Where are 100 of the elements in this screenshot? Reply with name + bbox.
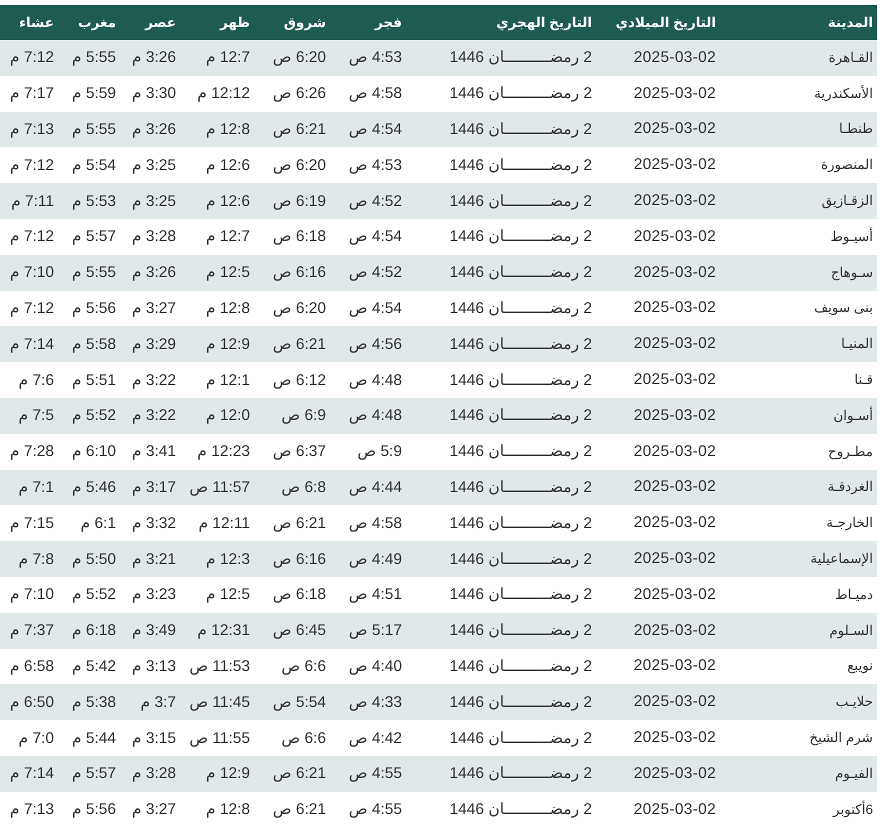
table-cell-text: 2 رمضــــــــــان 1446 [448,48,593,68]
table-cell-text: سـوهاج [830,264,874,281]
table-cell-text: 11:45 ص [188,692,251,712]
table-cell-text: قـنا [853,372,874,388]
table-cell-text: 6:50 م [8,692,55,712]
table-cell-text: 6:26 ص [272,84,327,104]
table-cell-text: 7:0 م [18,728,55,748]
table-cell-text: 12:31 م [196,621,251,640]
table-cell-text: 6:45 ص [272,621,327,640]
table-cell-text: 12:6 م [204,192,251,211]
table-cell-text: 3:27 م [130,800,177,820]
table-cell-text: نويبع [846,658,874,674]
table-cell-text: 12:1 م [204,370,251,390]
table-cell-text: 4:54 ص [348,298,403,318]
table-cell-text: 3:25 م [130,192,177,211]
table-cell-text: 3:23 م [130,585,177,604]
table-cell-text: 3:22 م [130,370,177,390]
table-cell-text: 12:3 م [204,550,251,569]
table-cell-text: 2025-03-02 [632,406,717,425]
table-cell-text: 6:6 ص [280,728,327,748]
table-cell-text: 4:53 ص [348,156,403,175]
table-cell-text: 3:22 م [130,406,177,426]
table-cell-text: 4:54 ص [348,227,403,246]
table-cell-text: 3:13 م [130,656,177,676]
table-cell-text: 2 رمضــــــــــان 1446 [448,263,593,282]
table-cell-text: 2025-03-02 [632,622,717,640]
table-cell-text: 3:41 م [130,442,177,462]
table-cell-text: 2 رمضــــــــــان 1446 [448,120,593,139]
table-cell-text: 7:1 م [18,478,55,497]
table-cell-text: 3:30 م [130,84,177,104]
table-cell-text: 4:58 ص [348,514,403,533]
table-cell-text: 4:48 ص [348,370,403,390]
table-cell-text: 2025-03-02 [632,657,717,676]
table-cell-text: 5:56 م [70,298,117,318]
table-cell-text: أسـوان [832,408,874,424]
table-cell-text: 7:6 م [18,370,55,390]
table-cell-text: 3:29 م [130,334,177,354]
table-cell-text: 2 رمضــــــــــان 1446 [448,764,593,784]
table-cell-text: 3:49 م [130,621,177,640]
table-cell-text: 2 رمضــــــــــان 1446 [448,656,593,676]
table-cell-text: 6:21 ص [272,514,327,533]
table-cell-text: 2 رمضــــــــــان 1446 [448,227,593,246]
table-cell-text: 11:53 ص [188,656,251,676]
table-cell-text: 2 رمضــــــــــان 1446 [448,800,593,820]
table-cell-text: 12:7 م [204,48,251,68]
table-cell-text: 6:37 ص [272,442,327,462]
table-cell-text: الإسماعيلية [809,551,874,568]
table-cell-text: 3:26 م [130,263,177,282]
table-cell-text: 6:21 ص [272,120,327,139]
table-cell-text: 7:28 م [8,442,55,462]
table-cell-text: 7:12 م [8,156,55,175]
table-cell-text: 2 رمضــــــــــان 1446 [448,192,593,211]
table-cell-text: 2025-03-02 [632,586,717,604]
table-cell-text: 2025-03-02 [632,120,717,138]
column-header: عصر [144,14,177,30]
table-cell-text: 2025-03-02 [632,156,717,174]
table-cell-text: 6:16 ص [272,263,327,282]
table-cell-text: 2 رمضــــــــــان 1446 [448,334,593,354]
table-cell-text: 7:12 م [8,298,55,318]
table-cell-text: بنى سويف [813,300,874,316]
table-cell-text: 2 رمضــــــــــان 1446 [448,370,593,390]
table-cell-text: 3:32 م [130,514,177,533]
table-cell-text: 4:55 ص [348,764,403,784]
table-cell-text: 5:44 م [70,728,117,748]
table-cell-text: 2025-03-02 [632,478,717,496]
table-cell-text: 5:54 ص [272,692,327,712]
table-cell-text: 5:56 م [70,800,117,820]
table-cell-text: 5:46 م [70,478,117,497]
table-cell-text: 4:44 ص [348,478,403,497]
table-cell-text: 12:5 م [204,585,251,604]
table-cell-text: 5:57 م [70,764,117,784]
table-cell-text: 6:21 ص [272,764,327,784]
table-cell-text: 2 رمضــــــــــان 1446 [448,478,593,497]
table-cell-text: 4:40 ص [348,656,403,676]
table-cell-text: 5:52 م [70,585,117,604]
column-header: المدينة [826,14,874,30]
table-cell-text: 2025-03-02 [632,442,717,461]
table-cell-text: 12:6 م [204,156,251,175]
table-cell-text: 2025-03-02 [632,550,717,568]
table-cell-text: 7:37 م [8,621,55,640]
table-cell-text: 12:8 م [204,120,251,139]
table-cell-text: 5:9 ص [356,442,403,462]
table-cell-text: 12:5 م [204,263,251,282]
table-cell-text: أسيـوط [829,228,874,245]
table-cell-text: طنطـا [838,121,874,138]
table-cell-text: 7:14 م [8,334,55,354]
table-cell-text: الخارجـة [825,515,874,532]
column-header: فجر [374,14,403,30]
table-cell-text: 6:21 ص [272,800,327,820]
table-cell-text: 6:12 ص [272,370,327,390]
table-cell-text: 6:1 م [80,514,117,533]
table-cell-text: المنصورة [820,157,874,174]
table-cell-text: 12:11 م [197,514,251,533]
table-cell-text: 4:33 ص [348,692,403,712]
table-cell-text: 2 رمضــــــــــان 1446 [448,621,593,640]
table-cell-text: 2025-03-02 [632,84,717,103]
table-cell-text: 5:42 م [70,656,117,676]
table-cell-text: 4:55 ص [348,800,403,820]
table-cell-text: 6:18 ص [272,227,327,246]
table-cell-text: 2 رمضــــــــــان 1446 [448,514,593,533]
